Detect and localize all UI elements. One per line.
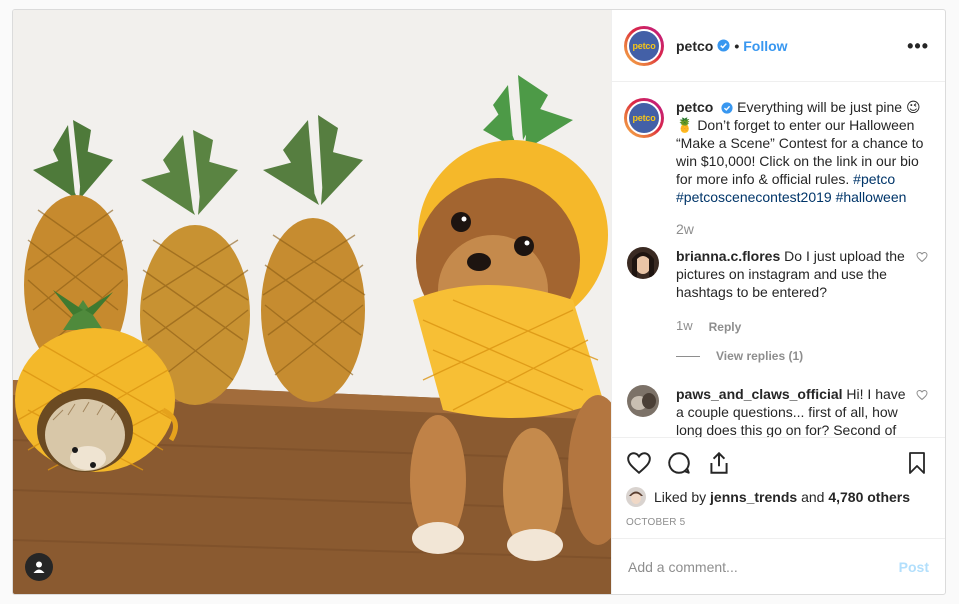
add-comment-input[interactable] bbox=[628, 558, 899, 575]
post-actions: Liked by jenns_trends and 4,780 others O… bbox=[612, 437, 945, 538]
caption-timestamp[interactable]: 2w bbox=[676, 220, 929, 238]
view-replies-button[interactable]: View replies (1) bbox=[676, 349, 929, 363]
reply-button[interactable]: Reply bbox=[709, 318, 742, 336]
commenter-avatar[interactable] bbox=[627, 247, 659, 279]
commenter-avatar-image bbox=[627, 385, 659, 417]
caption-author-avatar[interactable]: petco bbox=[624, 98, 664, 138]
caption-username[interactable]: petco bbox=[676, 99, 713, 115]
caption-avatar-image: petco bbox=[627, 101, 661, 135]
comment-meta: 1w Reply bbox=[676, 317, 907, 336]
comments-list[interactable]: petco petco Everything will be just pine… bbox=[612, 82, 945, 437]
replies-divider bbox=[676, 355, 700, 357]
post-header: petco petco • Follow ••• bbox=[612, 10, 945, 82]
commenter-avatar[interactable] bbox=[627, 385, 659, 417]
post-comment-button[interactable]: Post bbox=[899, 559, 929, 575]
liker-avatar[interactable] bbox=[626, 487, 646, 507]
share-icon[interactable] bbox=[706, 450, 732, 476]
heart-icon[interactable] bbox=[626, 450, 652, 476]
comment-username[interactable]: brianna.c.flores bbox=[676, 248, 780, 264]
comment-item: brianna.c.flores Do I just upload the pi… bbox=[624, 247, 929, 336]
photo-illustration bbox=[13, 10, 611, 594]
author-avatar-image: petco bbox=[627, 28, 661, 63]
likes-prefix: Liked by bbox=[654, 489, 707, 505]
follow-button[interactable]: Follow bbox=[743, 38, 787, 54]
likes-joiner: and bbox=[801, 489, 825, 505]
comment-body: brianna.c.flores Do I just upload the pi… bbox=[676, 247, 907, 336]
post-side-panel: petco petco • Follow ••• petco petco Eve… bbox=[611, 10, 945, 594]
post-photo[interactable] bbox=[13, 10, 611, 594]
comment-heart-icon[interactable] bbox=[915, 389, 929, 401]
verified-badge-icon bbox=[717, 39, 730, 52]
author-avatar[interactable]: petco bbox=[624, 25, 664, 66]
comment-username[interactable]: paws_and_claws_official bbox=[676, 386, 843, 402]
likes-count[interactable]: 4,780 others bbox=[828, 489, 910, 505]
comment-heart-icon[interactable] bbox=[915, 251, 929, 263]
add-comment-bar: Post bbox=[612, 538, 945, 594]
likes-summary: Liked by jenns_trends and 4,780 others bbox=[626, 487, 929, 507]
post-date[interactable]: OCTOBER 5 bbox=[626, 517, 929, 528]
caption-body: petco Everything will be just pine 😉 🍍 D… bbox=[676, 98, 929, 238]
liker-avatar-image bbox=[626, 487, 646, 507]
hashtag-link[interactable]: #petco bbox=[853, 171, 895, 187]
action-icons bbox=[626, 448, 929, 478]
user-tag-button[interactable] bbox=[25, 553, 53, 581]
user-tag-icon bbox=[33, 561, 45, 573]
comment-item: paws_and_claws_official Hi! I have a cou… bbox=[624, 385, 929, 437]
liker-username[interactable]: jenns_trends bbox=[710, 489, 797, 505]
author-username[interactable]: petco bbox=[676, 38, 713, 54]
bookmark-icon[interactable] bbox=[905, 450, 929, 476]
more-options-icon[interactable]: ••• bbox=[907, 37, 929, 55]
commenter-avatar-image bbox=[627, 247, 659, 279]
view-replies-label: View replies (1) bbox=[716, 349, 804, 363]
comment-timestamp[interactable]: 1w bbox=[676, 317, 693, 336]
hashtag-link[interactable]: #petcoscenecontest2019 bbox=[676, 189, 832, 205]
hashtag-link[interactable]: #halloween bbox=[836, 189, 907, 205]
separator-dot: • bbox=[734, 37, 740, 54]
comment-icon[interactable] bbox=[666, 450, 692, 476]
comment-body: paws_and_claws_official Hi! I have a cou… bbox=[676, 385, 907, 437]
caption: petco petco Everything will be just pine… bbox=[624, 98, 929, 238]
verified-badge-icon bbox=[721, 102, 733, 114]
post-card: petco petco • Follow ••• petco petco Eve… bbox=[12, 9, 946, 595]
